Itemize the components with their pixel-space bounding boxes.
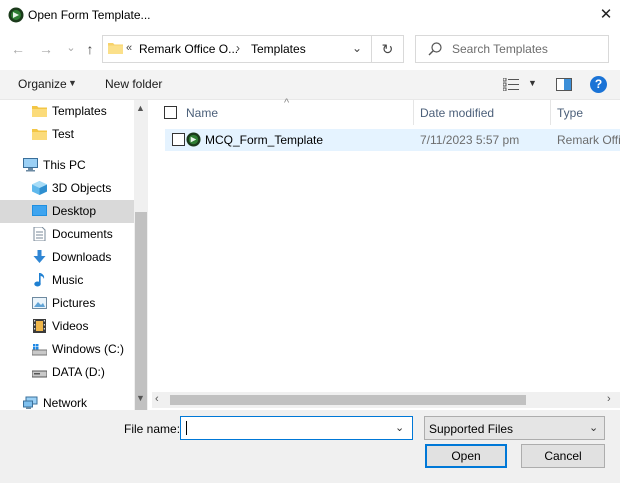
folder-icon — [32, 129, 47, 140]
help-icon[interactable]: ? — [590, 76, 607, 93]
recent-locations-chevron-icon[interactable]: ⌄ — [62, 39, 80, 57]
file-date-modified: 7/11/2023 5:57 pm — [420, 133, 520, 147]
file-type-dropdown-icon[interactable]: ⌄ — [589, 421, 598, 434]
computer-icon — [23, 158, 38, 172]
file-list-horizontal-scrollbar[interactable]: ‹ › — [152, 392, 620, 408]
up-arrow-icon[interactable]: ↑ — [81, 40, 99, 58]
remark-app-icon — [8, 7, 24, 23]
column-divider[interactable] — [413, 100, 414, 125]
new-folder-button[interactable]: New folder — [105, 77, 162, 91]
nav-item-label: Desktop — [52, 204, 97, 218]
file-list-header: ^ Name Date modified Type — [152, 97, 620, 125]
title-bar: Open Form Template... ✕ — [0, 0, 620, 30]
refresh-button[interactable]: ↻ — [372, 35, 404, 63]
nav-item-3d-objects[interactable]: 3D Objects — [0, 177, 134, 200]
downloads-icon — [33, 250, 46, 263]
search-box[interactable] — [415, 35, 609, 63]
nav-item-label: Pictures — [52, 296, 96, 310]
nav-item-documents[interactable]: Documents — [0, 223, 134, 246]
horizontal-scroll-thumb[interactable] — [170, 395, 526, 405]
nav-item-label: Videos — [52, 319, 89, 333]
scroll-right-arrow-icon[interactable]: › — [607, 393, 611, 405]
toolbar: Organize ▼ New folder ▼ — [0, 70, 620, 100]
nav-item-label: Music — [52, 273, 84, 287]
nav-item-label: Test — [52, 127, 75, 141]
window-title: Open Form Template... — [28, 8, 151, 22]
file-type-select[interactable]: Supported Files ⌄ — [424, 416, 605, 440]
breadcrumb-overflow[interactable]: « — [126, 42, 132, 54]
sort-ascending-icon: ^ — [284, 97, 290, 109]
nav-item-pictures[interactable]: Pictures — [0, 292, 134, 315]
nav-item-desktop[interactable]: Desktop — [0, 200, 134, 223]
forward-arrow-icon[interactable]: → — [37, 40, 55, 58]
drive-c-icon — [32, 344, 47, 356]
breadcrumb-separator-icon[interactable]: › — [236, 41, 240, 55]
folder-icon — [108, 43, 123, 54]
file-row-checkbox[interactable] — [172, 133, 185, 146]
pictures-icon — [32, 297, 47, 309]
scroll-down-arrow-icon[interactable]: ▼ — [136, 393, 145, 403]
desktop-icon — [32, 205, 47, 216]
column-divider[interactable] — [550, 100, 551, 125]
cancel-button[interactable]: Cancel — [521, 444, 605, 468]
file-name-combobox[interactable]: ⌄ — [180, 416, 413, 440]
nav-item-music[interactable]: Music — [0, 269, 134, 292]
folder-icon — [32, 106, 47, 117]
documents-icon — [33, 227, 46, 241]
nav-item-videos[interactable]: Videos — [0, 315, 134, 338]
nav-item-label: 3D Objects — [52, 181, 112, 195]
column-name[interactable]: Name — [186, 106, 218, 120]
file-type: Remark Office — [557, 133, 620, 147]
file-name-input[interactable] — [185, 420, 385, 436]
nav-item-this-pc[interactable]: This PC — [0, 154, 134, 177]
file-type-value: Supported Files — [429, 422, 514, 436]
network-icon — [23, 396, 38, 409]
nav-item-data-d[interactable]: DATA (D:) — [0, 361, 134, 384]
search-icon — [428, 42, 442, 56]
view-dropdown-icon[interactable]: ▼ — [528, 78, 537, 88]
nav-item-test[interactable]: Test — [0, 123, 134, 146]
column-date-modified[interactable]: Date modified — [420, 106, 494, 120]
view-options-icon[interactable] — [503, 78, 519, 91]
music-icon — [34, 273, 45, 287]
3d-objects-icon — [32, 181, 47, 195]
search-input[interactable] — [452, 41, 602, 57]
preview-pane-icon[interactable] — [556, 78, 572, 91]
nav-item-label: DATA (D:) — [52, 365, 105, 379]
address-dropdown-icon[interactable]: ⌄ — [352, 41, 362, 55]
file-name: MCQ_Form_Template — [205, 133, 324, 147]
nav-item-windows-c[interactable]: Windows (C:) — [0, 338, 134, 361]
nav-item-label: Downloads — [52, 250, 112, 264]
videos-icon — [33, 319, 46, 333]
close-icon[interactable]: ✕ — [596, 5, 616, 25]
nav-item-label: Documents — [52, 227, 113, 241]
nav-item-label: This PC — [43, 158, 86, 172]
organize-button[interactable]: Organize — [18, 77, 67, 91]
file-row[interactable]: MCQ_Form_Template 7/11/2023 5:57 pm Rema… — [165, 129, 620, 151]
file-name-label: File name: — [124, 422, 181, 436]
file-name-dropdown-icon[interactable]: ⌄ — [395, 421, 404, 434]
nav-item-downloads[interactable]: Downloads — [0, 246, 134, 269]
select-all-checkbox[interactable] — [164, 106, 177, 119]
organize-dropdown-icon[interactable]: ▼ — [68, 78, 77, 88]
scroll-left-arrow-icon[interactable]: ‹ — [155, 393, 159, 405]
back-arrow-icon[interactable]: ← — [9, 40, 27, 58]
open-button[interactable]: Open — [425, 444, 507, 468]
nav-pane-scrollbar[interactable]: ▲ ▼ — [134, 100, 148, 483]
breadcrumb-templates[interactable]: Templates — [251, 42, 306, 56]
drive-d-icon — [32, 370, 47, 378]
navigation-pane: Templates Test This PC 3D Objects Deskto… — [0, 100, 148, 412]
nav-item-label: Network — [43, 396, 88, 410]
nav-item-templates[interactable]: Templates — [0, 100, 134, 123]
address-bar[interactable]: « Remark Office O... › Templates ⌄ — [102, 35, 372, 63]
scroll-up-arrow-icon[interactable]: ▲ — [136, 103, 145, 113]
nav-item-label: Templates — [52, 104, 107, 118]
breadcrumb-remark-office[interactable]: Remark Office O... — [139, 42, 238, 56]
remark-template-file-icon — [186, 132, 201, 147]
column-type[interactable]: Type — [557, 106, 583, 120]
nav-item-label: Windows (C:) — [52, 342, 125, 356]
